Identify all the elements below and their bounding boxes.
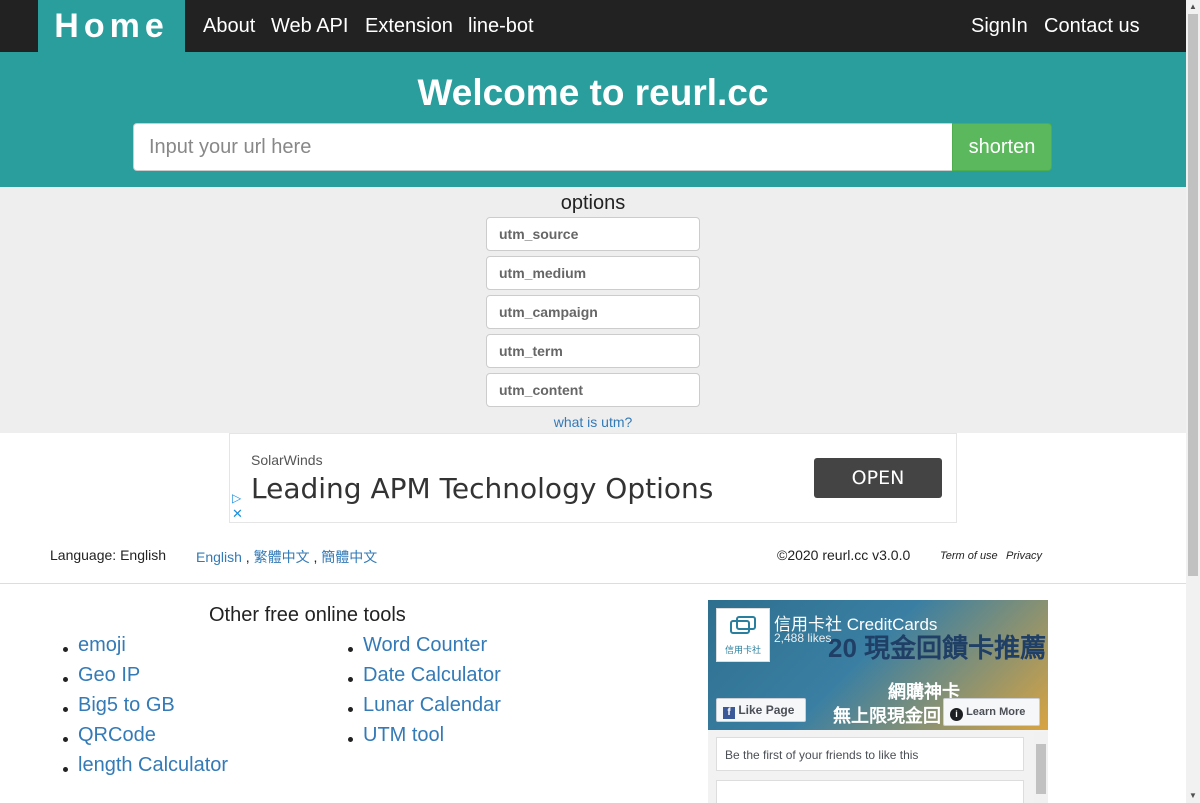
scroll-up-arrow-icon[interactable]: ▲ [1186, 0, 1200, 14]
copyright: ©2020 reurl.cc v3.0.0 [777, 547, 911, 563]
bullet-icon [348, 707, 353, 712]
facebook-page-widget: 20 現金回饋卡推薦 網購神卡 無上限現金回 信用卡社 信用卡社 CreditC… [708, 600, 1048, 803]
options-section: options what is utm? [0, 187, 1186, 433]
shorten-button[interactable]: shorten [952, 123, 1052, 171]
tool-big5-to-gb-link[interactable]: Big5 to GB [78, 694, 175, 717]
bullet-icon [63, 707, 68, 712]
facebook-icon: f [723, 707, 735, 719]
facebook-post-preview[interactable] [716, 780, 1024, 803]
tool-utm-tool-link[interactable]: UTM tool [363, 724, 444, 747]
lang-english-link[interactable]: English [196, 549, 242, 565]
info-icon: i [950, 708, 963, 721]
bullet-icon [63, 767, 68, 772]
utm-term-input[interactable] [486, 334, 700, 368]
tool-length-calculator-link[interactable]: length Calculator [78, 754, 228, 777]
tool-lunar-calendar-link[interactable]: Lunar Calendar [363, 694, 501, 717]
tool-qrcode-link[interactable]: QRCode [78, 724, 156, 747]
page-title: Welcome to reurl.cc [417, 72, 769, 113]
bullet-icon [348, 647, 353, 652]
learn-more-label: Learn More [966, 706, 1026, 718]
nav-about[interactable]: About [203, 0, 255, 52]
language-links: English , 繁體中文 , 簡體中文 [196, 547, 377, 567]
privacy-link[interactable]: Privacy [1006, 550, 1042, 562]
nav-extension[interactable]: Extension [365, 0, 453, 52]
facebook-friends-note: Be the first of your friends to like thi… [716, 737, 1024, 771]
nav-web-api[interactable]: Web API [271, 0, 348, 52]
utm-source-input[interactable] [486, 217, 700, 251]
what-is-utm-link[interactable]: what is utm? [0, 414, 1186, 430]
utm-content-input[interactable] [486, 373, 700, 407]
nav-line-bot[interactable]: line-bot [468, 0, 534, 52]
term-of-use-link[interactable]: Term of use [940, 550, 998, 562]
lang-separator: , [241, 549, 254, 565]
tool-geo-ip-link[interactable]: Geo IP [78, 664, 140, 687]
nav-signin[interactable]: SignIn [971, 0, 1028, 52]
lang-traditional-chinese-link[interactable]: 繁體中文 [254, 549, 310, 565]
bullet-icon [348, 737, 353, 742]
hero-section: Welcome to reurl.cc shorten [0, 52, 1186, 187]
brand-home-link[interactable]: Home [38, 0, 185, 52]
bullet-icon [348, 677, 353, 682]
nav-contact-us[interactable]: Contact us [1044, 0, 1140, 52]
ad-banner[interactable]: SolarWinds Leading APM Technology Option… [229, 433, 957, 523]
cover-text: 無上限現金回 [833, 706, 941, 726]
ad-open-button[interactable]: OPEN [814, 458, 942, 498]
tools-title: Other free online tools [209, 604, 406, 626]
bullet-icon [63, 647, 68, 652]
utm-medium-input[interactable] [486, 256, 700, 290]
logo-text: 信用卡社 [724, 645, 761, 655]
card-logo-icon [730, 616, 756, 634]
lang-separator: , [309, 549, 322, 565]
lang-simplified-chinese-link[interactable]: 簡體中文 [321, 549, 377, 565]
bullet-icon [63, 737, 68, 742]
facebook-page-logo[interactable]: 信用卡社 [716, 608, 770, 662]
facebook-scrollbar[interactable] [1034, 732, 1048, 803]
tool-emoji-link[interactable]: emoji [78, 634, 126, 657]
utm-campaign-input[interactable] [486, 295, 700, 329]
language-label: Language: English [50, 547, 166, 563]
facebook-scroll-thumb[interactable] [1036, 744, 1046, 794]
like-page-label: Like Page [738, 703, 795, 717]
url-input[interactable] [133, 123, 953, 171]
facebook-like-page-button[interactable]: f Like Page [716, 698, 806, 722]
page-scroll-thumb[interactable] [1188, 14, 1198, 576]
scroll-down-arrow-icon[interactable]: ▼ [1186, 789, 1200, 803]
options-title: options [560, 192, 626, 214]
tool-word-counter-link[interactable]: Word Counter [363, 634, 487, 657]
ad-headline[interactable]: Leading APM Technology Options [251, 472, 713, 505]
ad-sponsor: SolarWinds [251, 452, 323, 468]
divider [0, 583, 1186, 584]
tool-date-calculator-link[interactable]: Date Calculator [363, 664, 501, 687]
facebook-like-count: 2,488 likes [774, 631, 832, 645]
bullet-icon [63, 677, 68, 682]
ad-choices-icon[interactable]: ▷ [232, 491, 241, 505]
ad-close-icon[interactable]: ✕ [232, 506, 243, 522]
top-navbar: Home About Web API Extension line-bot Si… [0, 0, 1186, 52]
page-scrollbar[interactable]: ▲ ▼ [1186, 0, 1200, 803]
facebook-learn-more-button[interactable]: i Learn More [943, 698, 1040, 726]
